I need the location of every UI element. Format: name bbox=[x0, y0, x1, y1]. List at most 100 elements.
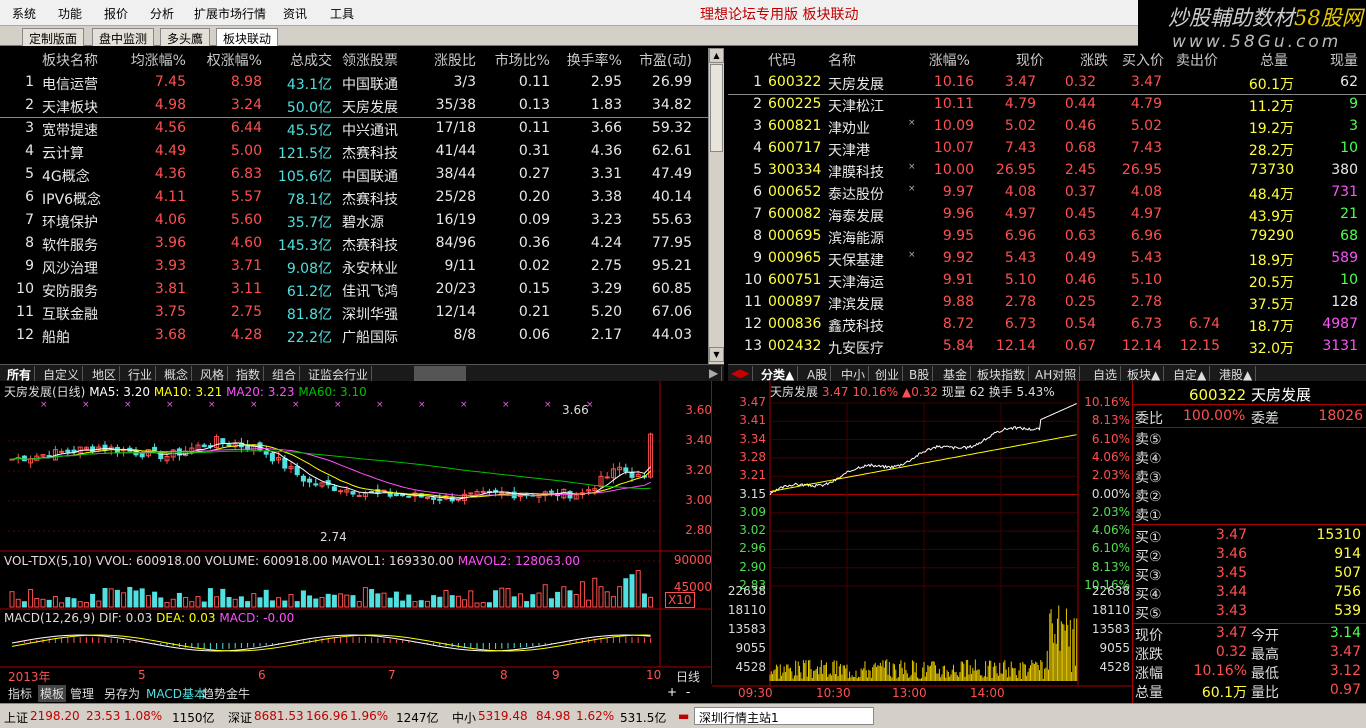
column-header[interactable]: 现价 bbox=[994, 50, 1044, 70]
table-row[interactable]: 5 300334 津膜科技 × 10.00 26.95 2.45 26.95 73730 380 bbox=[728, 160, 1366, 183]
table-row[interactable]: 13 002432 九安医疗 5.84 12.14 0.67 12.14 12.15 32.0万… bbox=[728, 336, 1366, 359]
scroll-left-icon[interactable]: ◀▶ bbox=[728, 366, 754, 381]
category-tab[interactable]: 所有 bbox=[4, 366, 36, 382]
table-row[interactable]: 1 600322 天房发展 10.16 3.47 0.32 3.47 60.1万 62 bbox=[728, 72, 1366, 95]
sector-table-scrollbar[interactable]: ▲ ▼ bbox=[708, 48, 724, 364]
column-header[interactable]: 板块名称 bbox=[42, 50, 122, 70]
column-header[interactable]: 总成交 bbox=[268, 50, 332, 70]
column-header[interactable]: 涨股比 bbox=[424, 50, 476, 70]
scroll-down-icon[interactable]: ▼ bbox=[709, 347, 724, 362]
tab-custom-layout[interactable]: 定制版面 bbox=[22, 28, 85, 46]
table-row[interactable]: 8 000695 滨海能源 9.95 6.96 0.63 6.96 79290 68 bbox=[728, 226, 1366, 249]
menu-function[interactable]: 功能 bbox=[58, 5, 82, 22]
table-row[interactable]: 2 天津板块 4.98 3.24 50.0亿 天房发展 35/38 0.13 1.83 34.82 bbox=[0, 95, 708, 118]
column-header[interactable]: 市场比% bbox=[488, 50, 550, 70]
menu-analysis[interactable]: 分析 bbox=[150, 5, 174, 22]
tab-sector-linkage[interactable]: 板块联动 bbox=[216, 28, 279, 46]
market-tab[interactable]: 自选 bbox=[1090, 366, 1122, 382]
table-row[interactable]: 7 600082 海泰发展 9.96 4.97 0.45 4.97 43.9万 21 bbox=[728, 204, 1366, 227]
category-tab[interactable]: 风格 bbox=[197, 366, 229, 382]
volume-bar bbox=[319, 596, 325, 608]
table-row[interactable]: 1 电信运营 7.45 8.98 43.1亿 中国联通 3/3 0.11 2.95 26.99 bbox=[0, 72, 708, 95]
tab-intraday-monitor[interactable]: 盘中监测 bbox=[92, 28, 155, 46]
market-tab[interactable]: 港股▲ bbox=[1216, 366, 1257, 382]
category-tab[interactable]: 概念 bbox=[161, 366, 193, 382]
category-tab[interactable]: 组合 bbox=[269, 366, 301, 382]
scroll-up-icon[interactable]: ▲ bbox=[709, 48, 724, 63]
table-row[interactable]: 6 IPV6概念 4.11 5.57 78.1亿 杰赛科技 25/28 0.20 3.38 40.… bbox=[0, 187, 708, 210]
column-header[interactable]: 卖出价 bbox=[1168, 50, 1218, 70]
table-row[interactable]: 6 000652 泰达股份 × 9.97 4.08 0.37 4.08 48.4万 731 bbox=[728, 182, 1366, 205]
menu-quote[interactable]: 报价 bbox=[104, 5, 128, 22]
period-label[interactable]: 日线 bbox=[676, 668, 700, 685]
table-row[interactable]: 4 云计算 4.49 5.00 121.5亿 杰赛科技 41/44 0.31 4.36 62.61 bbox=[0, 141, 708, 164]
column-header[interactable]: 市盈(动) bbox=[632, 50, 692, 70]
table-row[interactable]: 7 环境保护 4.06 5.60 35.7亿 碧水源 16/19 0.09 3.23 55.63 bbox=[0, 210, 708, 233]
column-header[interactable]: 现量 bbox=[1298, 50, 1358, 70]
category-tab[interactable]: 地区 bbox=[89, 366, 121, 382]
market-tab[interactable]: 板块▲ bbox=[1124, 366, 1165, 382]
market-tab[interactable]: 分类▲ bbox=[758, 366, 799, 382]
column-header[interactable]: 换手率% bbox=[560, 50, 622, 70]
server-name[interactable]: 深圳行情主站1 bbox=[694, 707, 874, 725]
column-header[interactable]: 总量 bbox=[1238, 50, 1288, 70]
table-row[interactable]: 10 安防服务 3.81 3.11 61.2亿 佳讯飞鸿 20/23 0.15 3.29 60.8… bbox=[0, 279, 708, 302]
market-tab[interactable]: A股 bbox=[804, 366, 832, 382]
tab-manage[interactable]: 管理 bbox=[70, 685, 94, 702]
scroll-thumb[interactable] bbox=[710, 64, 723, 152]
tab-template[interactable]: 模板 bbox=[38, 685, 67, 702]
signal-marker-icon: × bbox=[334, 400, 342, 410]
menu-news[interactable]: 资讯 bbox=[283, 5, 307, 22]
column-header[interactable]: 均涨幅% bbox=[124, 50, 186, 70]
table-row[interactable]: 11 互联金融 3.75 2.75 81.8亿 深圳华强 12/14 0.21 5.20 67.0… bbox=[0, 302, 708, 325]
column-header[interactable]: 涨跌 bbox=[1060, 50, 1108, 70]
column-header[interactable]: 买入价 bbox=[1112, 50, 1164, 70]
tab-bull-eagle[interactable]: 多头鷹 bbox=[160, 28, 211, 46]
column-header[interactable]: 名称 bbox=[828, 50, 898, 70]
table-row[interactable]: 3 宽带提速 4.56 6.44 45.5亿 中兴通讯 17/18 0.11 3.66 59.32 bbox=[0, 118, 708, 141]
table-cell: 0.46 bbox=[1064, 272, 1096, 288]
column-header[interactable]: 权涨幅% bbox=[196, 50, 262, 70]
table-row[interactable]: 3 600821 津劝业 × 10.09 5.02 0.46 5.02 19.2万 3 bbox=[728, 116, 1366, 139]
table-row[interactable]: 10 600751 天津海运 9.91 5.10 0.46 5.10 20.5万 10 bbox=[728, 270, 1366, 293]
market-tab[interactable]: 基金 bbox=[940, 366, 972, 382]
category-tab[interactable]: 自定义 bbox=[40, 366, 84, 382]
market-tab[interactable]: 板块指数 bbox=[974, 366, 1030, 382]
table-row[interactable]: 4 600717 天津港 10.07 7.43 0.68 7.43 28.2万 10 bbox=[728, 138, 1366, 161]
intraday-chart[interactable] bbox=[712, 381, 1132, 703]
tab-trend-bull[interactable]: 趋势金牛 bbox=[202, 685, 250, 702]
market-tab[interactable]: 自定▲ bbox=[1170, 366, 1211, 382]
zoom-in-icon[interactable]: + bbox=[667, 685, 677, 699]
category-tab[interactable]: 指数 bbox=[233, 366, 265, 382]
table-row[interactable]: 9 000965 天保基建 × 9.92 5.43 0.49 5.43 18.9万 589 bbox=[728, 248, 1366, 271]
volume-bar bbox=[195, 596, 201, 608]
table-row[interactable]: 8 软件服务 3.96 4.60 145.3亿 杰赛科技 84/96 0.36 4.24 77.9… bbox=[0, 233, 708, 256]
candle-body bbox=[629, 471, 635, 478]
tab-save-as[interactable]: 另存为 bbox=[104, 685, 140, 702]
table-row[interactable]: 12 000836 鑫茂科技 8.72 6.73 0.54 6.73 6.74 18.7万 498… bbox=[728, 314, 1366, 337]
column-header[interactable]: 领涨股票 bbox=[342, 50, 422, 70]
market-tab[interactable]: AH对照 bbox=[1032, 366, 1081, 382]
menu-tools[interactable]: 工具 bbox=[330, 5, 354, 22]
table-row[interactable]: 11 000897 津滨发展 9.88 2.78 0.25 2.78 37.5万 128 bbox=[728, 292, 1366, 315]
table-row[interactable]: 2 600225 天津松江 10.11 4.79 0.44 4.79 11.2万 9 bbox=[728, 94, 1366, 117]
table-row[interactable]: 12 船舶 3.68 4.28 22.2亿 广船国际 8/8 0.06 2.17 44.03 bbox=[0, 325, 708, 348]
table-row[interactable]: 5 4G概念 4.36 6.83 105.6亿 中国联通 38/44 0.27 3.31 47.4… bbox=[0, 164, 708, 187]
column-header[interactable]: 代码 bbox=[768, 50, 812, 70]
scroll-right-icon[interactable]: ▶ bbox=[706, 366, 723, 381]
market-tab[interactable]: 中小 bbox=[838, 366, 870, 382]
menu-extended-market[interactable]: 扩展市场行情 bbox=[194, 5, 266, 22]
category-scroll-thumb[interactable] bbox=[414, 366, 466, 381]
category-tab[interactable]: 证监会行业 bbox=[305, 366, 373, 382]
table-row[interactable]: 9 风沙治理 3.93 3.71 9.08亿 永安林业 9/11 0.02 2.75 95.21 bbox=[0, 256, 708, 279]
category-tab[interactable]: 行业 bbox=[125, 366, 157, 382]
kline-chart[interactable]: × × × × × × × × × × × × × × bbox=[0, 381, 712, 684]
tab-indicator[interactable]: 指标 bbox=[8, 685, 32, 702]
table-cell: 0.31 bbox=[518, 143, 550, 159]
zoom-out-icon[interactable]: - bbox=[686, 685, 690, 699]
market-tab[interactable]: B股 bbox=[906, 366, 934, 382]
tab-macd-basic[interactable]: MACD基本 bbox=[146, 685, 206, 702]
market-tab[interactable]: 创业 bbox=[872, 366, 904, 382]
menu-system[interactable]: 系统 bbox=[12, 5, 36, 22]
column-header[interactable]: 涨幅% bbox=[916, 50, 970, 70]
